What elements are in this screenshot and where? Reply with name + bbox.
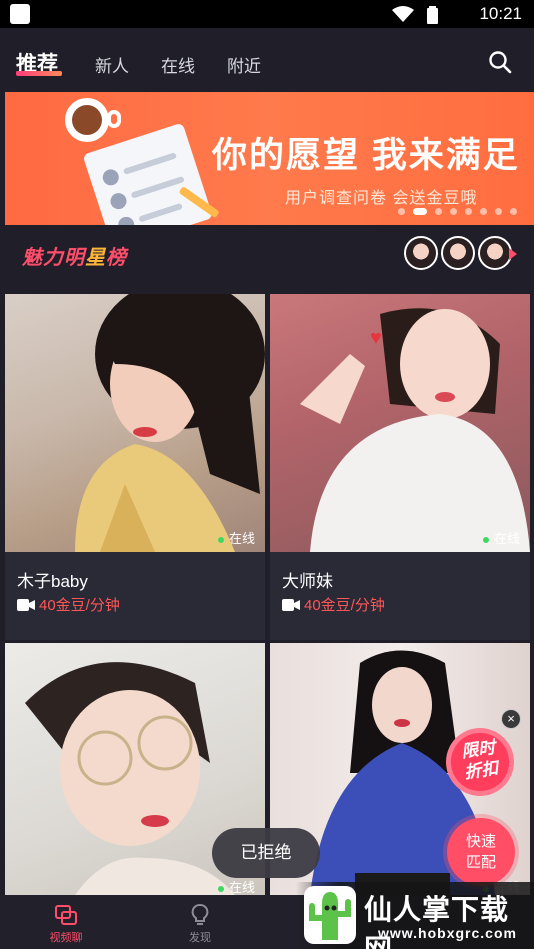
banner-title: 你的愿望 我来满足 [212, 136, 520, 175]
active-tab-underline [16, 71, 62, 76]
status-time: 10:21 [479, 4, 522, 23]
avatar [441, 236, 475, 270]
nav-discover[interactable]: 发现 [170, 903, 230, 945]
charm-ranking-title-c: 榜 [106, 247, 127, 269]
online-status-label: 在线 [493, 531, 520, 546]
avatar [404, 236, 438, 270]
call-price-label: 40金豆/分钟 [304, 597, 385, 614]
notification-icon [10, 4, 30, 24]
banner-dot [480, 208, 487, 215]
tab-new[interactable]: 新人 [95, 52, 129, 77]
online-dot-icon [482, 536, 489, 543]
user-card[interactable]: ♥ 在线 大师妹 40金豆/分钟 [270, 294, 530, 640]
nav-discover-label: 发现 [189, 932, 211, 944]
banner-dot [435, 208, 442, 215]
video-chat-icon [55, 905, 77, 925]
tab-online[interactable]: 在线 [161, 52, 195, 77]
call-price: 40金豆/分钟 [17, 594, 120, 615]
nav-video-chat[interactable]: 视频聊 [36, 903, 96, 945]
banner-dot [450, 208, 457, 215]
site-watermark: 仙人掌下载网 www.hobxgrc.com [296, 882, 534, 949]
wifi-icon [392, 6, 414, 22]
ranking-avatars [404, 236, 512, 270]
banner-subtitle: 用户调查问卷 会送金豆哦 [285, 190, 478, 207]
online-status-label: 在线 [228, 880, 255, 895]
avatar [478, 236, 512, 270]
banner-pagination [398, 208, 517, 215]
user-card[interactable]: 在线 木子baby 40金豆/分钟 [5, 294, 265, 640]
survey-illustration [65, 98, 219, 225]
survey-banner[interactable]: 你的愿望 我来满足 用户调查问卷 会送金豆哦 [5, 92, 534, 225]
user-photo: ♥ [270, 294, 530, 552]
status-bar: 10:21 [0, 0, 534, 28]
video-camera-icon [17, 599, 35, 611]
online-status-label: 在线 [228, 531, 255, 546]
close-promo-button[interactable]: × [501, 709, 521, 729]
online-status: 在线 [217, 528, 255, 632]
chevron-right-icon [509, 248, 517, 260]
user-name: 大师妹 [282, 572, 333, 591]
online-status: 在线 [482, 528, 520, 632]
quick-match-line1: 快速 [465, 833, 496, 850]
svg-text:♥: ♥ [370, 327, 382, 349]
watermark-url: www.hobxgrc.com [378, 925, 517, 941]
charm-ranking-title: 魅力明星榜 [22, 241, 127, 270]
call-price-label: 40金豆/分钟 [39, 597, 120, 614]
banner-dot [465, 208, 472, 215]
banner-dot [495, 208, 502, 215]
toast-message: 已拒绝 [212, 828, 320, 878]
banner-dot [510, 208, 517, 215]
video-camera-icon [282, 599, 300, 611]
user-name: 木子baby [17, 572, 88, 591]
user-photo [5, 294, 265, 552]
quick-match-button[interactable]: 快速 匹配 [447, 818, 515, 886]
nav-video-chat-label: 视频聊 [49, 932, 83, 944]
lightbulb-icon [191, 904, 209, 925]
online-dot-icon [217, 536, 224, 543]
quick-match-line2: 匹配 [465, 854, 496, 871]
call-price: 40金豆/分钟 [282, 594, 385, 615]
charm-ranking-title-a: 魅力明 [22, 247, 85, 269]
banner-dot-active [413, 208, 427, 215]
charm-ranking-row[interactable]: 魅力明星榜 [0, 228, 534, 284]
charm-ranking-title-star: 星 [85, 247, 106, 269]
tab-nearby[interactable]: 附近 [227, 52, 261, 77]
search-icon[interactable] [488, 50, 512, 74]
banner-dot [398, 208, 405, 215]
battery-icon [427, 6, 438, 24]
online-dot-icon [217, 885, 224, 892]
top-nav: 推荐 新人 在线 附近 [0, 28, 534, 92]
cactus-logo-icon [304, 886, 356, 944]
online-status: 在线 [217, 877, 255, 895]
